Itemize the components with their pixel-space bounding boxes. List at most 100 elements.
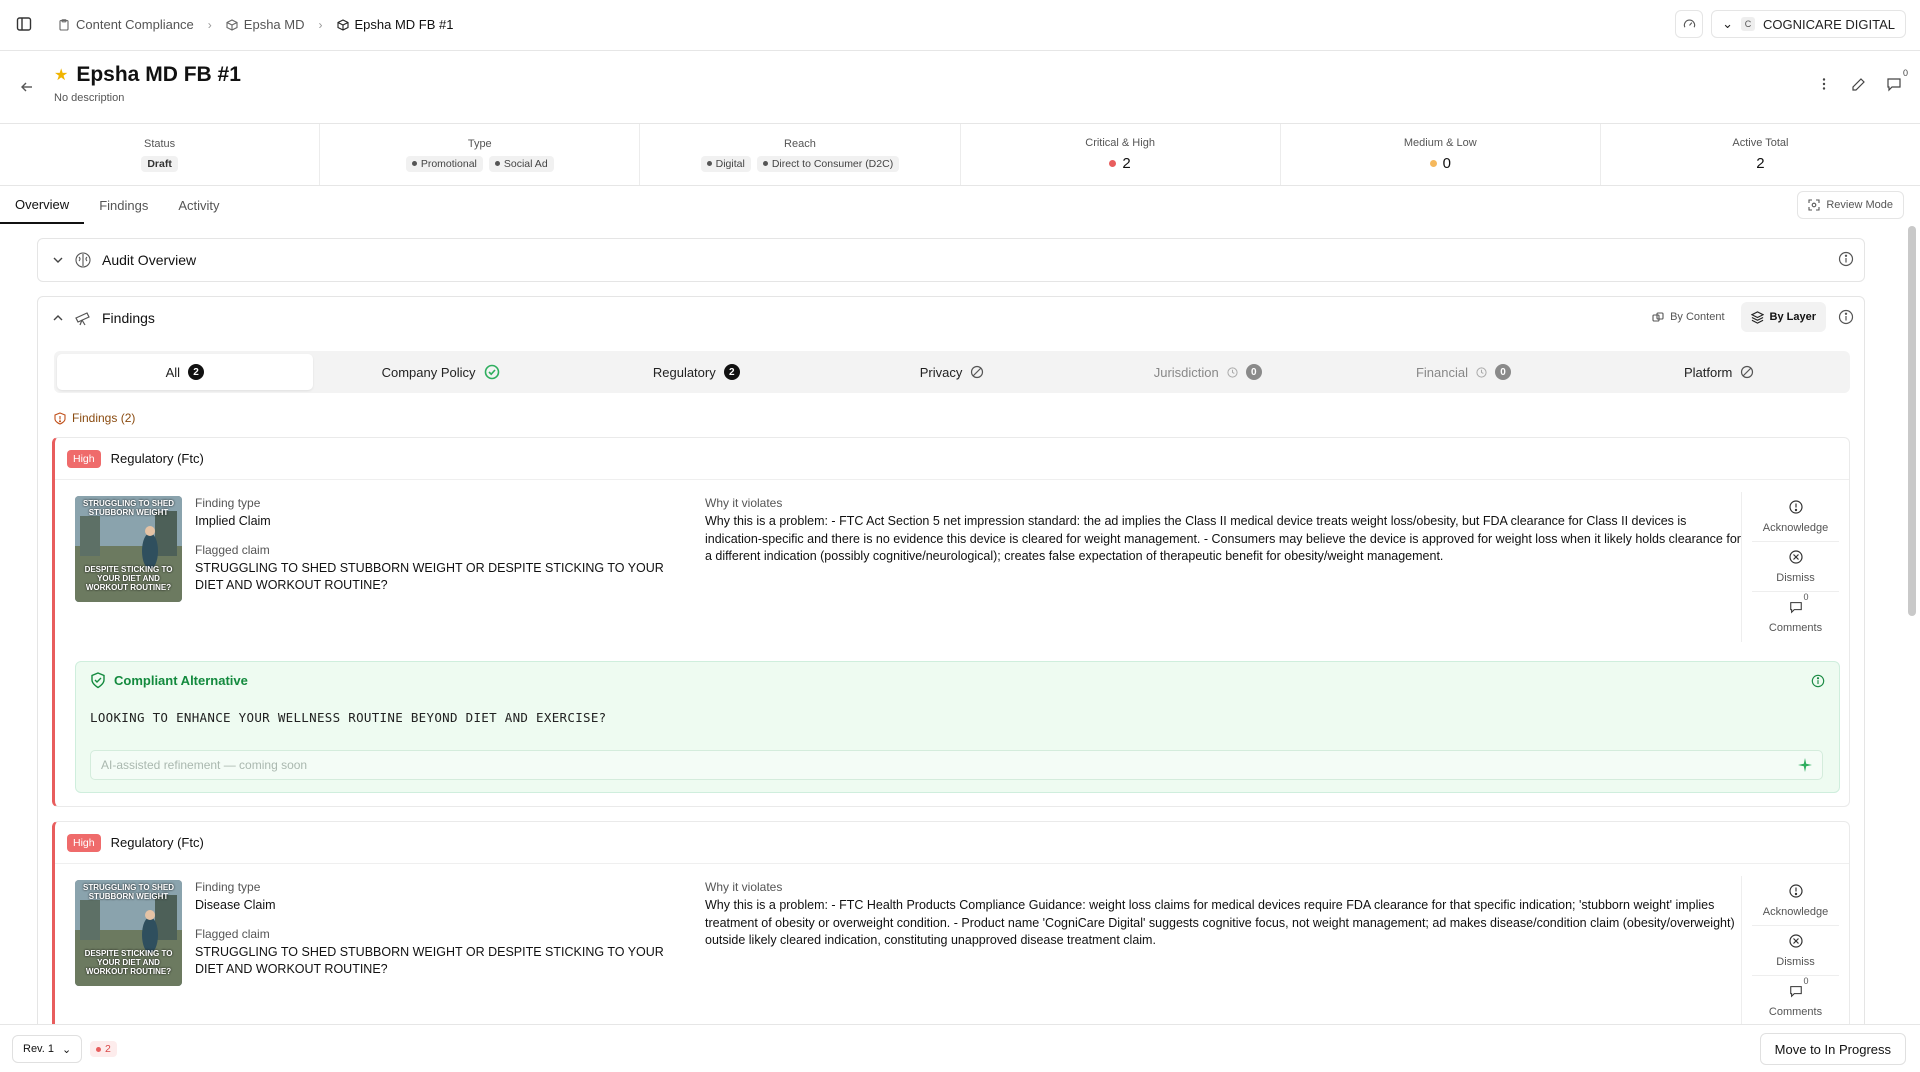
finding-category: Regulatory (Ftc) <box>110 835 204 850</box>
footer-bar: Rev. 1 ⌄ 2 Move to In Progress <box>0 1024 1920 1072</box>
issue-count-badge: 2 <box>90 1041 117 1057</box>
breadcrumb-label: Epsha MD FB #1 <box>354 17 454 32</box>
layer-tab-label: Jurisdiction <box>1153 364 1219 380</box>
dismiss-button[interactable]: Dismiss <box>1752 542 1839 592</box>
comments-button[interactable]: 0 <box>1886 68 1908 92</box>
stat-label: Medium & Low <box>1403 137 1477 149</box>
layer-tab-label: Regulatory <box>652 364 716 380</box>
thumbnail-subline: DESPITE STICKING TO YOUR DIET AND WORKOU… <box>84 565 173 592</box>
comments-button[interactable]: 0 Comments <box>1752 592 1839 642</box>
comments-label: Comments <box>1768 622 1823 634</box>
flagged-claim-value: STRUGGLING TO SHED STUBBORN WEIGHT OR DE… <box>195 944 664 977</box>
review-mode-button[interactable]: Review Mode <box>1797 191 1904 219</box>
ai-refinement-input[interactable]: AI-assisted refinement — coming soon <box>90 750 1823 780</box>
check-circle-icon <box>484 364 500 380</box>
message-icon: 0 <box>1789 592 1809 614</box>
package-icon <box>336 18 349 31</box>
tab-activity[interactable]: Activity <box>163 186 234 224</box>
stat-medium-low: Medium & Low 0 <box>1281 124 1601 185</box>
clock-icon <box>1476 366 1487 378</box>
alert-circle-icon <box>1788 499 1803 514</box>
layer-tab-regulatory[interactable]: Regulatory 2 <box>568 354 824 390</box>
tab-findings[interactable]: Findings <box>84 186 163 224</box>
dismiss-label: Dismiss <box>1776 571 1815 584</box>
info-icon[interactable] <box>1838 309 1854 325</box>
acknowledge-button[interactable]: Acknowledge <box>1752 876 1839 926</box>
sparkles-icon[interactable] <box>1798 758 1812 772</box>
count-badge: 2 <box>188 364 205 380</box>
revision-label: Rev. 1 <box>23 1043 54 1055</box>
clipboard-icon <box>58 18 70 31</box>
breadcrumb-item-current: Epsha MD FB #1 <box>336 17 454 32</box>
info-icon[interactable] <box>1838 251 1854 267</box>
acknowledge-label: Acknowledge <box>1762 905 1829 918</box>
alternative-title: Compliant Alternative <box>114 673 248 688</box>
tab-overview[interactable]: Overview <box>0 186 85 224</box>
review-mode-label: Review Mode <box>1826 199 1893 211</box>
alert-circle-icon <box>1788 883 1803 898</box>
shield-check-icon <box>90 672 106 689</box>
findings-count-label: Findings (2) <box>72 411 136 425</box>
edit-pencil-icon[interactable] <box>1851 77 1866 92</box>
finding-card: High Regulatory (Ftc) STRUGGLING TO SHED… <box>52 437 1850 807</box>
org-switcher[interactable]: ⌄ C COGNICARE DIGITAL <box>1711 10 1906 38</box>
gauge-icon <box>1683 18 1696 31</box>
layer-tab-company-policy[interactable]: Company Policy <box>313 354 569 390</box>
finding-type-value: Implied Claim <box>195 514 271 528</box>
compliant-alternative: Compliant Alternative LOOKING TO ENHANCE… <box>75 661 1840 793</box>
acknowledge-button[interactable]: Acknowledge <box>1752 492 1839 542</box>
by-content-button[interactable]: By Content <box>1642 302 1734 332</box>
org-name: COGNICARE DIGITAL <box>1763 16 1895 32</box>
comments-button[interactable]: 0 Comments <box>1752 976 1839 1024</box>
brain-icon <box>74 251 92 269</box>
thumbnail-headline: STRUGGLING TO SHED STUBBORN WEIGHT <box>83 499 174 517</box>
audit-overview-panel[interactable]: Audit Overview <box>37 238 1865 282</box>
chevron-up-icon[interactable] <box>52 312 64 324</box>
layer-tab-label: Privacy <box>919 364 963 380</box>
dismiss-button[interactable]: Dismiss <box>1752 926 1839 976</box>
gauge-button[interactable] <box>1675 10 1704 38</box>
back-arrow-icon[interactable] <box>20 80 34 94</box>
info-icon[interactable] <box>1811 674 1825 688</box>
acknowledge-label: Acknowledge <box>1762 521 1829 534</box>
by-content-label: By Content <box>1670 311 1725 323</box>
layer-tab-all[interactable]: All 2 <box>57 354 313 390</box>
page-title: Epsha MD FB #1 <box>76 63 241 86</box>
layer-tab-jurisdiction[interactable]: Jurisdiction 0 <box>1080 354 1336 390</box>
revision-select[interactable]: Rev. 1 ⌄ <box>12 1035 83 1063</box>
severity-badge: High <box>67 449 101 468</box>
more-vertical-icon[interactable] <box>1817 77 1831 91</box>
top-bar: Content Compliance › Epsha MD › Epsha MD… <box>0 0 1920 51</box>
star-icon[interactable]: ★ <box>54 65 68 85</box>
count-badge: 0 <box>1494 364 1511 380</box>
reach-chip: Direct to Consumer (D2C) <box>756 155 900 172</box>
layer-tab-label: All <box>165 364 181 380</box>
alternative-text: LOOKING TO ENHANCE YOUR WELLNESS ROUTINE… <box>90 710 607 725</box>
not-applicable-icon <box>970 365 984 379</box>
by-layer-button[interactable]: By Layer <box>1740 302 1826 332</box>
findings-panel: Findings By Content By Layer All 2 Compa… <box>37 296 1865 1024</box>
telescope-icon <box>74 309 92 327</box>
dismiss-label: Dismiss <box>1776 955 1815 968</box>
move-to-in-progress-button[interactable]: Move to In Progress <box>1759 1033 1906 1065</box>
layer-tab-platform[interactable]: Platform <box>1591 354 1847 390</box>
scrollbar-thumb[interactable] <box>1908 226 1916 616</box>
x-circle-icon <box>1788 549 1803 564</box>
ad-thumbnail[interactable]: STRUGGLING TO SHED STUBBORN WEIGHT DESPI… <box>75 880 182 986</box>
chevron-right-icon: › <box>318 17 323 32</box>
flagged-claim-value: STRUGGLING TO SHED STUBBORN WEIGHT OR DE… <box>195 560 664 593</box>
breadcrumb-item-content-compliance[interactable]: Content Compliance <box>58 17 194 32</box>
chevron-down-icon[interactable] <box>52 254 64 266</box>
sidebar-toggle-icon[interactable] <box>16 16 34 34</box>
stat-label: Status <box>143 137 176 150</box>
type-chip: Social Ad <box>488 155 554 172</box>
breadcrumb-item-epsha-md[interactable]: Epsha MD <box>226 17 305 32</box>
ad-thumbnail[interactable]: STRUGGLING TO SHED STUBBORN WEIGHT DESPI… <box>75 496 182 602</box>
message-icon: 0 <box>1789 976 1809 998</box>
finding-card: High Regulatory (Ftc) STRUGGLING TO SHED… <box>52 821 1850 1024</box>
layer-tab-privacy[interactable]: Privacy <box>824 354 1080 390</box>
layer-tab-financial[interactable]: Financial 0 <box>1336 354 1592 390</box>
why-violates-label: Why it violates <box>705 880 783 894</box>
shield-alert-icon <box>54 411 66 425</box>
finding-type-value: Disease Claim <box>195 898 276 912</box>
